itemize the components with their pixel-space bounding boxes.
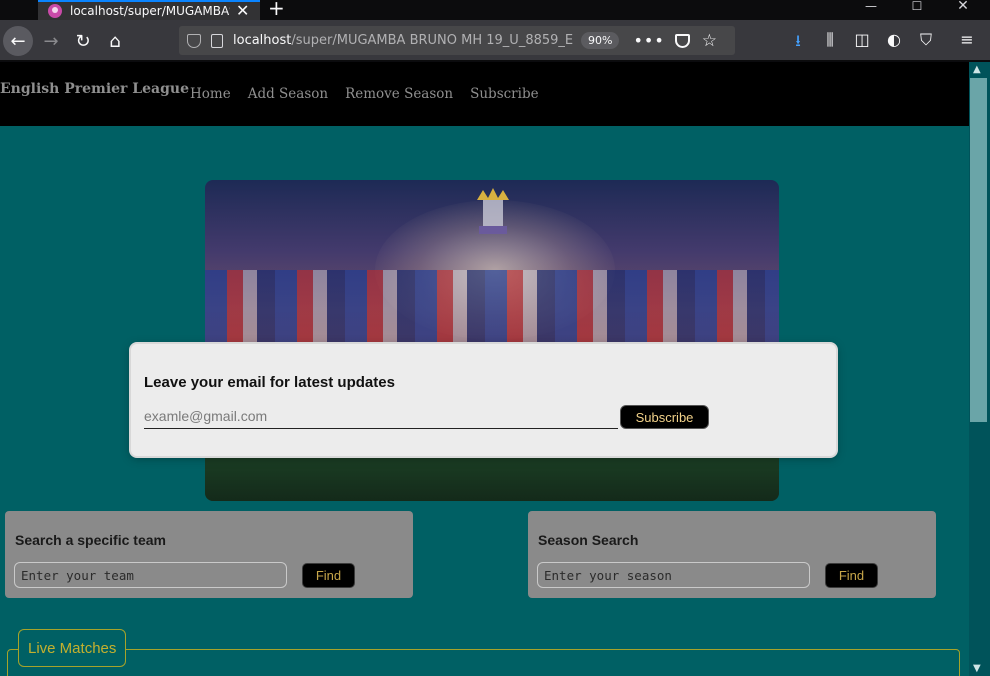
team-search-input[interactable] xyxy=(14,562,287,588)
forward-arrow-icon[interactable]: → xyxy=(37,27,65,55)
team-find-button[interactable]: Find xyxy=(302,563,355,588)
team-search-card: Search a specific team Find xyxy=(5,511,413,598)
browser-tab[interactable]: localhost/super/MUGAMBA%2 ✕ xyxy=(38,0,260,20)
url-text[interactable]: localhost/super/MUGAMBA BRUNO MH 19_U_88… xyxy=(233,33,573,48)
new-tab-icon[interactable]: + xyxy=(268,0,285,18)
scroll-up-arrow-icon[interactable]: ▲ xyxy=(973,64,981,75)
browser-toolbar: ← → ↻ ⌂ localhost/super/MUGAMBA BRUNO MH… xyxy=(0,20,990,61)
address-bar[interactable]: localhost/super/MUGAMBA BRUNO MH 19_U_88… xyxy=(179,26,735,55)
season-find-button[interactable]: Find xyxy=(825,563,878,588)
email-input[interactable] xyxy=(144,404,618,429)
tracking-shield-icon[interactable] xyxy=(187,33,201,48)
account-icon[interactable]: ◐ xyxy=(883,30,905,49)
library-icon[interactable]: ⫼ xyxy=(819,30,841,50)
sidebar-toggle-icon[interactable]: ◫ xyxy=(851,30,873,49)
pocket-icon[interactable] xyxy=(674,33,690,48)
nav-link-subscribe[interactable]: Subscribe xyxy=(470,86,538,102)
season-search-card: Season Search Find xyxy=(528,511,936,598)
zoom-level-badge[interactable]: 90% xyxy=(581,32,620,49)
scroll-down-arrow-icon[interactable]: ▼ xyxy=(973,663,981,674)
page-viewport: English Premier League Home Add Season R… xyxy=(0,62,969,676)
reload-icon[interactable]: ↻ xyxy=(69,27,97,55)
close-tab-icon[interactable]: ✕ xyxy=(236,3,249,19)
page-info-icon[interactable] xyxy=(211,33,223,48)
close-window-icon[interactable]: ✕ xyxy=(940,0,986,20)
maximize-window-icon[interactable]: ☐ xyxy=(894,0,940,20)
scrollbar-thumb[interactable] xyxy=(970,78,987,422)
page-actions-more-icon[interactable]: ••• xyxy=(633,31,664,50)
subscribe-button[interactable]: Subscribe xyxy=(620,405,709,429)
live-matches-section xyxy=(7,649,960,676)
extension-shield-icon[interactable]: ⛉ xyxy=(915,30,937,50)
home-icon[interactable]: ⌂ xyxy=(101,27,129,55)
nav-link-add-season[interactable]: Add Season xyxy=(248,86,328,102)
nav-link-remove-season[interactable]: Remove Season xyxy=(345,86,453,102)
browser-tab-strip: localhost/super/MUGAMBA%2 ✕ + — ☐ ✕ xyxy=(0,0,990,20)
download-icon[interactable]: ⭳ xyxy=(787,30,809,57)
season-search-input[interactable] xyxy=(537,562,810,588)
site-header: English Premier League Home Add Season R… xyxy=(0,62,969,126)
url-path: /super/MUGAMBA BRUNO MH 19_U_8859_EV xyxy=(291,33,573,48)
live-matches-legend: Live Matches xyxy=(18,629,127,667)
back-arrow-icon[interactable]: ← xyxy=(3,26,33,56)
site-favicon-icon xyxy=(48,4,62,18)
subscribe-popup: Leave your email for latest updates Subs… xyxy=(131,344,836,456)
url-host: localhost xyxy=(233,33,292,48)
hamburger-menu-icon[interactable]: ≡ xyxy=(956,30,978,49)
nav-link-home[interactable]: Home xyxy=(190,86,231,102)
tab-title: localhost/super/MUGAMBA%2 xyxy=(70,4,230,18)
trophy-icon xyxy=(477,188,509,234)
site-brand[interactable]: English Premier League xyxy=(0,81,189,97)
site-nav: Home Add Season Remove Season Subscribe xyxy=(190,86,539,102)
bookmark-star-icon[interactable]: ☆ xyxy=(702,31,717,51)
page-scrollbar[interactable]: ▲ ▼ xyxy=(969,62,990,676)
season-search-title: Season Search xyxy=(538,532,639,548)
minimize-window-icon[interactable]: — xyxy=(848,0,894,20)
subscribe-popup-title: Leave your email for latest updates xyxy=(144,374,395,391)
team-search-title: Search a specific team xyxy=(15,532,166,548)
